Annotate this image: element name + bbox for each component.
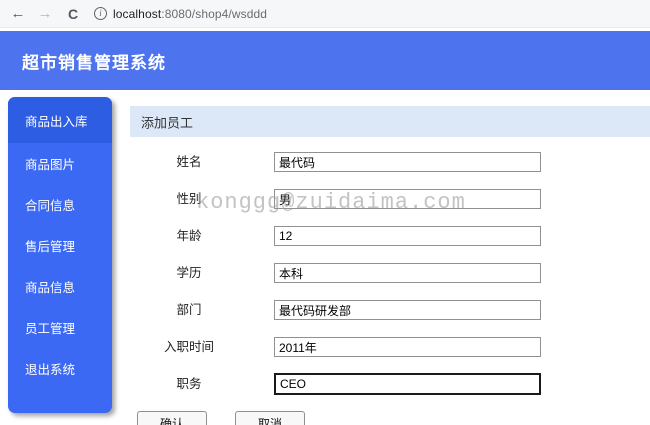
age-label: 年龄 — [176, 229, 202, 243]
url-host: localhost — [113, 6, 162, 21]
form-row-department: 部门 — [150, 300, 545, 321]
form-row-education: 学历 — [150, 263, 545, 284]
confirm-button[interactable]: 确认 — [137, 411, 207, 425]
position-field[interactable] — [274, 373, 541, 395]
department-label: 部门 — [176, 303, 202, 317]
address-bar[interactable]: localhost:8080/shop4/wsddd — [113, 7, 267, 21]
form-row-gender: 性别 — [150, 189, 545, 210]
section-header: 添加员工 — [130, 106, 650, 137]
gender-label: 性别 — [176, 192, 202, 206]
page: ← → C i localhost:8080/shop4/wsddd 超市销售管… — [0, 0, 650, 425]
back-icon[interactable]: ← — [9, 6, 27, 21]
form-row-name: 姓名 — [150, 152, 545, 173]
name-field[interactable] — [274, 152, 541, 172]
hire-date-field[interactable] — [274, 337, 541, 357]
education-label: 学历 — [176, 266, 202, 280]
hire-date-label: 入职时间 — [163, 340, 214, 354]
sidebar-item-goods-info[interactable]: 商品信息 — [8, 266, 112, 307]
name-label: 姓名 — [176, 155, 202, 169]
refresh-icon[interactable]: C — [64, 7, 82, 21]
sidebar: 商品出入库 商品图片 合同信息 售后管理 商品信息 员工管理 退出系统 — [8, 97, 112, 413]
sidebar-item-employees[interactable]: 员工管理 — [8, 307, 112, 348]
section-title: 添加员工 — [141, 115, 194, 130]
education-field[interactable] — [274, 263, 541, 283]
gender-field[interactable] — [274, 189, 541, 209]
position-label: 职务 — [176, 377, 202, 391]
info-icon[interactable]: i — [94, 7, 107, 20]
department-field[interactable] — [274, 300, 541, 320]
form-row-hire-date: 入职时间 — [150, 337, 545, 358]
browser-toolbar: ← → C i localhost:8080/shop4/wsddd — [0, 0, 650, 28]
form-row-position: 职务 — [150, 373, 545, 395]
forward-icon[interactable]: → — [36, 6, 54, 21]
app-header: 超市销售管理系统 — [0, 31, 650, 90]
sidebar-item-goods-inout[interactable]: 商品出入库 — [8, 97, 112, 143]
sidebar-item-logout[interactable]: 退出系统 — [8, 348, 112, 389]
sidebar-item-aftersales[interactable]: 售后管理 — [8, 225, 112, 266]
form-row-age: 年龄 — [150, 226, 545, 247]
age-field[interactable] — [274, 226, 541, 246]
sidebar-item-contracts[interactable]: 合同信息 — [8, 184, 112, 225]
url-path: :8080/shop4/wsddd — [161, 6, 268, 21]
app-title: 超市销售管理系统 — [22, 53, 166, 72]
sidebar-item-goods-images[interactable]: 商品图片 — [8, 143, 112, 184]
cancel-button[interactable]: 取消 — [235, 411, 305, 425]
